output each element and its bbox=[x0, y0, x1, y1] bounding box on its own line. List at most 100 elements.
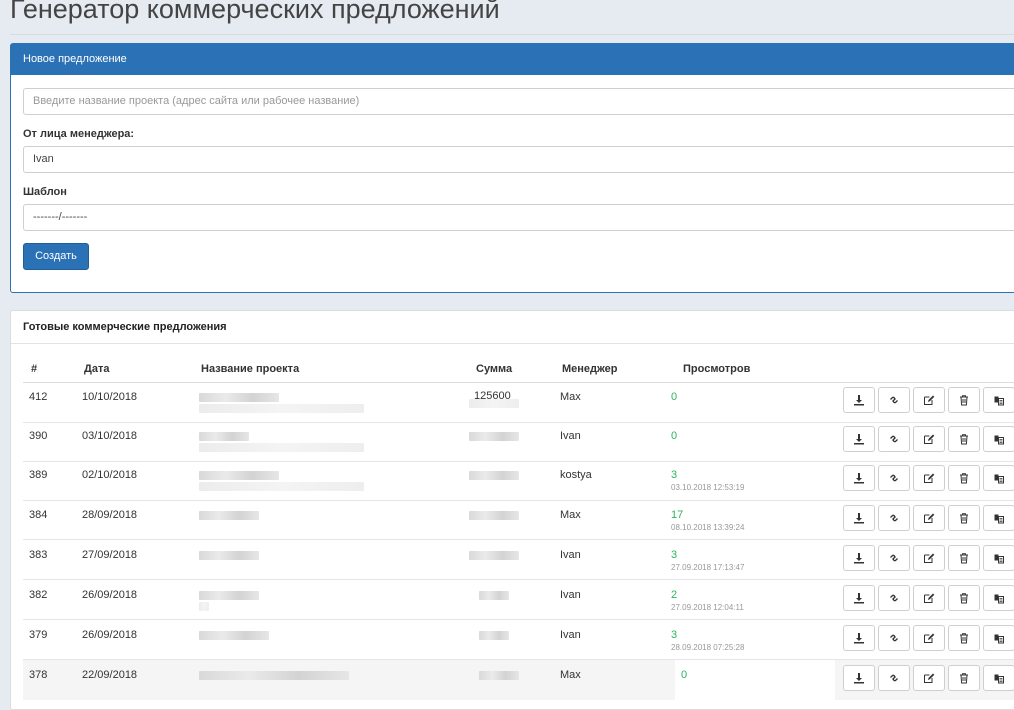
page-title: Генератор коммерческих предложений bbox=[10, 0, 500, 24]
delete-button[interactable] bbox=[948, 505, 980, 531]
download-button[interactable] bbox=[843, 665, 875, 691]
edit-button[interactable] bbox=[913, 426, 945, 452]
edit-button[interactable] bbox=[913, 465, 945, 491]
row-actions bbox=[843, 505, 1014, 531]
link-icon bbox=[890, 634, 898, 642]
trash-icon bbox=[960, 633, 968, 644]
link-button[interactable] bbox=[878, 387, 910, 413]
edit-icon bbox=[924, 633, 935, 643]
copy-icon bbox=[994, 474, 1004, 484]
link-button[interactable] bbox=[878, 465, 910, 491]
row-id: 412 bbox=[29, 391, 48, 403]
download-icon bbox=[854, 673, 864, 684]
project-name-redacted bbox=[199, 591, 259, 600]
link-button[interactable] bbox=[878, 426, 910, 452]
delete-button[interactable] bbox=[948, 665, 980, 691]
delete-button[interactable] bbox=[948, 426, 980, 452]
download-icon bbox=[854, 395, 864, 406]
project-name-redacted bbox=[199, 443, 364, 452]
row-views: 17 bbox=[671, 509, 684, 521]
link-icon bbox=[890, 514, 898, 522]
download-button[interactable] bbox=[843, 387, 875, 413]
create-button[interactable]: Создать bbox=[23, 243, 89, 270]
edit-icon bbox=[924, 553, 935, 563]
table-row: 384 28/09/2018 Max 17 08.10.2018 13:39:2… bbox=[23, 500, 1014, 540]
edit-button[interactable] bbox=[913, 625, 945, 651]
copy-button[interactable] bbox=[983, 585, 1014, 611]
delete-button[interactable] bbox=[948, 387, 980, 413]
link-button[interactable] bbox=[878, 625, 910, 651]
project-name-redacted bbox=[199, 404, 364, 413]
edit-button[interactable] bbox=[913, 585, 945, 611]
project-name-redacted bbox=[199, 631, 269, 640]
project-name-redacted bbox=[199, 393, 279, 402]
trash-icon bbox=[960, 473, 968, 484]
link-icon bbox=[890, 594, 898, 602]
edit-button[interactable] bbox=[913, 505, 945, 531]
row-manager: kostya bbox=[560, 469, 592, 481]
row-date: 22/09/2018 bbox=[82, 669, 138, 681]
link-icon bbox=[890, 435, 898, 443]
col-header-id: # bbox=[31, 363, 38, 375]
row-views: 3 bbox=[671, 629, 678, 641]
download-button[interactable] bbox=[843, 625, 875, 651]
row-date: 03/10/2018 bbox=[82, 430, 138, 442]
copy-icon bbox=[994, 594, 1004, 604]
copy-icon bbox=[994, 514, 1004, 524]
col-header-manager: Менеджер bbox=[562, 363, 618, 375]
copy-button[interactable] bbox=[983, 426, 1014, 452]
row-views: 0 bbox=[671, 430, 678, 442]
edit-icon bbox=[924, 513, 935, 523]
project-name-redacted bbox=[199, 432, 249, 441]
views-cell-highlight bbox=[675, 660, 835, 700]
sum-redacted bbox=[469, 471, 519, 480]
copy-button[interactable] bbox=[983, 465, 1014, 491]
manager-select[interactable]: Ivan bbox=[23, 146, 1014, 173]
download-button[interactable] bbox=[843, 545, 875, 571]
row-id: 379 bbox=[29, 629, 48, 641]
delete-button[interactable] bbox=[948, 585, 980, 611]
copy-button[interactable] bbox=[983, 625, 1014, 651]
link-button[interactable] bbox=[878, 665, 910, 691]
delete-button[interactable] bbox=[948, 465, 980, 491]
table-row: 389 02/10/2018 kostya 3 03.10.2018 12:53… bbox=[23, 461, 1014, 501]
project-name-redacted bbox=[199, 471, 279, 480]
template-select[interactable]: -------/------- bbox=[23, 204, 1014, 231]
delete-button[interactable] bbox=[948, 625, 980, 651]
edit-button[interactable] bbox=[913, 665, 945, 691]
delete-button[interactable] bbox=[948, 545, 980, 571]
edit-button[interactable] bbox=[913, 545, 945, 571]
link-button[interactable] bbox=[878, 505, 910, 531]
link-button[interactable] bbox=[878, 545, 910, 571]
download-icon bbox=[854, 593, 864, 604]
copy-button[interactable] bbox=[983, 387, 1014, 413]
edit-icon bbox=[924, 395, 935, 405]
download-button[interactable] bbox=[843, 465, 875, 491]
copy-button[interactable] bbox=[983, 505, 1014, 531]
row-views: 0 bbox=[681, 669, 688, 681]
copy-button[interactable] bbox=[983, 545, 1014, 571]
trash-icon bbox=[960, 553, 968, 564]
project-name-input[interactable]: Введите название проекта (адрес сайта ил… bbox=[23, 88, 1014, 115]
trash-icon bbox=[960, 513, 968, 524]
row-manager: Max bbox=[560, 669, 581, 681]
row-date: 02/10/2018 bbox=[82, 469, 138, 481]
sum-redacted bbox=[469, 511, 519, 520]
link-icon bbox=[890, 554, 898, 562]
row-views: 3 bbox=[671, 469, 678, 481]
link-button[interactable] bbox=[878, 585, 910, 611]
project-name-redacted bbox=[199, 602, 209, 611]
new-offer-panel: Новое предложение Введите название проек… bbox=[10, 43, 1014, 293]
row-manager: Ivan bbox=[560, 549, 581, 561]
edit-button[interactable] bbox=[913, 387, 945, 413]
copy-button[interactable] bbox=[983, 665, 1014, 691]
download-button[interactable] bbox=[843, 426, 875, 452]
download-button[interactable] bbox=[843, 585, 875, 611]
download-button[interactable] bbox=[843, 505, 875, 531]
row-id: 384 bbox=[29, 509, 48, 521]
row-views: 3 bbox=[671, 549, 678, 561]
row-last-view: 27.09.2018 17:13:47 bbox=[671, 563, 745, 572]
download-icon bbox=[854, 513, 864, 524]
edit-icon bbox=[924, 593, 935, 603]
row-views: 0 bbox=[671, 391, 678, 403]
